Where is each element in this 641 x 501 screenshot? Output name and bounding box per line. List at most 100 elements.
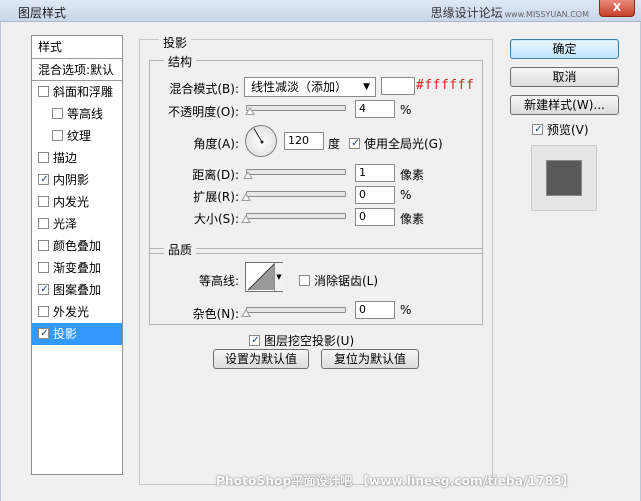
global-light-check-icon [349,138,361,149]
linear-contour-icon [247,263,275,291]
style-item[interactable]: 等高线 [32,103,122,125]
style-item-checkbox[interactable] [38,196,49,207]
style-item-label: 颜色叠加 [53,239,102,253]
anti-alias-check-icon [299,275,310,286]
size-label: 大小(S): [193,212,239,226]
style-item-label: 光泽 [53,217,78,231]
blend-mode-value: 线性减淡（添加） [251,80,348,94]
close-icon: X [612,1,622,14]
close-button[interactable]: X [599,0,635,17]
blend-options-item[interactable]: 混合选项:默认 [32,59,122,81]
style-item[interactable]: 纹理 [32,125,122,147]
style-item-label: 图案叠加 [53,283,102,297]
distance-label: 距离(D): [192,168,239,182]
style-list-header[interactable]: 样式 [32,36,122,59]
style-item-label: 纹理 [67,129,92,143]
distance-slider-track[interactable] [246,169,346,175]
style-item-label: 内阴影 [53,173,90,187]
reset-default-button[interactable]: 复位为默认值 [321,349,419,369]
style-item-label: 投影 [53,327,78,341]
panel-title: 投影 [159,34,192,51]
make-default-button[interactable]: 设置为默认值 [213,349,309,369]
anti-alias-label: 消除锯齿(L) [314,274,379,288]
style-item[interactable]: 图案叠加 [32,279,122,301]
style-item-label: 斜面和浮雕 [53,85,114,99]
style-item[interactable]: 内阴影 [32,169,122,191]
style-item[interactable]: 投影 [32,323,122,345]
spread-label: 扩展(R): [193,190,239,204]
contour-dropdown-icon[interactable]: ▼ [274,263,283,291]
noise-slider-thumb[interactable] [241,309,251,317]
global-light-checkbox[interactable]: 使用全局光(G) [349,135,443,152]
size-input[interactable]: 0 [355,208,395,226]
opacity-unit: % [400,103,412,117]
knockout-check-icon [249,335,261,346]
style-item-label: 外发光 [53,305,90,319]
style-item-checkbox[interactable] [38,152,49,163]
style-item[interactable]: 渐变叠加 [32,257,122,279]
angle-label: 角度(A): [193,137,239,151]
style-item-label: 描边 [53,151,78,165]
opacity-slider-thumb[interactable] [245,107,255,115]
noise-slider-track[interactable] [246,307,346,313]
style-item-label: 等高线 [67,107,104,121]
preview-check-icon [532,124,544,135]
blend-mode-label: 混合模式(B): [169,82,239,96]
size-slider-thumb[interactable] [241,215,251,223]
distance-slider-thumb[interactable] [243,171,253,179]
style-item-checkbox[interactable] [38,218,49,229]
style-item-checkbox[interactable] [38,284,50,295]
spread-slider-thumb[interactable] [241,193,251,201]
spread-input[interactable]: 0 [355,186,395,204]
shadow-color-swatch[interactable] [381,77,415,95]
contour-picker[interactable]: ▼ [245,262,283,292]
site-watermark-url: www.MISSYUAN.COM [504,10,589,19]
style-item-checkbox[interactable] [38,240,49,251]
preview-swatch [546,160,582,196]
blend-mode-select[interactable]: 线性减淡（添加） ▼ [244,77,376,97]
opacity-input[interactable]: 4 [355,100,395,118]
style-item[interactable]: 光泽 [32,213,122,235]
site-watermark-text: 思缘设计论坛 [430,6,503,20]
opacity-slider-track[interactable] [246,105,346,111]
spread-unit: % [400,188,412,202]
angle-unit: 度 [328,137,341,151]
style-item[interactable]: 描边 [32,147,122,169]
style-item-checkbox[interactable] [38,86,49,97]
color-hex-annotation: #ffffff [416,78,475,93]
angle-dial[interactable] [245,125,277,157]
style-item-checkbox[interactable] [38,262,49,273]
style-item[interactable]: 内发光 [32,191,122,213]
size-slider-track[interactable] [246,213,346,219]
spread-slider-track[interactable] [246,191,346,197]
opacity-label: 不透明度(O): [168,105,239,119]
anti-alias-checkbox[interactable]: 消除锯齿(L) [299,272,378,289]
style-item-checkbox[interactable] [38,328,50,339]
angle-input[interactable]: 120 [284,132,324,150]
global-light-label: 使用全局光(G) [364,137,443,151]
chevron-down-icon: ▼ [363,82,370,92]
style-item-checkbox[interactable] [52,130,63,141]
distance-input[interactable]: 1 [355,164,395,182]
style-item[interactable]: 颜色叠加 [32,235,122,257]
layer-style-dialog: 样式 混合选项:默认 斜面和浮雕等高线纹理描边内阴影内发光光泽颜色叠加渐变叠加图… [0,22,641,501]
new-style-button[interactable]: 新建样式(W)... [510,95,619,115]
knockout-checkbox[interactable]: 图层挖空投影(U) [249,332,354,349]
ok-button[interactable]: 确定 [510,39,619,59]
preview-checkbox[interactable]: 预览(V) [532,121,589,138]
style-item[interactable]: 斜面和浮雕 [32,81,122,103]
size-unit: 像素 [400,212,425,226]
distance-unit: 像素 [400,168,425,182]
knockout-label: 图层挖空投影(U) [264,334,355,348]
style-item-checkbox[interactable] [52,108,63,119]
style-item-checkbox[interactable] [38,306,49,317]
cancel-button[interactable]: 取消 [510,67,619,87]
noise-input[interactable]: 0 [355,301,395,319]
contour-label: 等高线: [198,274,239,288]
noise-label: 杂色(N): [192,307,239,321]
style-item-checkbox[interactable] [38,174,50,185]
style-item[interactable]: 外发光 [32,301,122,323]
style-list: 样式 混合选项:默认 斜面和浮雕等高线纹理描边内阴影内发光光泽颜色叠加渐变叠加图… [31,35,123,475]
preview-label: 预览(V) [547,123,589,137]
quality-title: 品质 [164,241,197,258]
